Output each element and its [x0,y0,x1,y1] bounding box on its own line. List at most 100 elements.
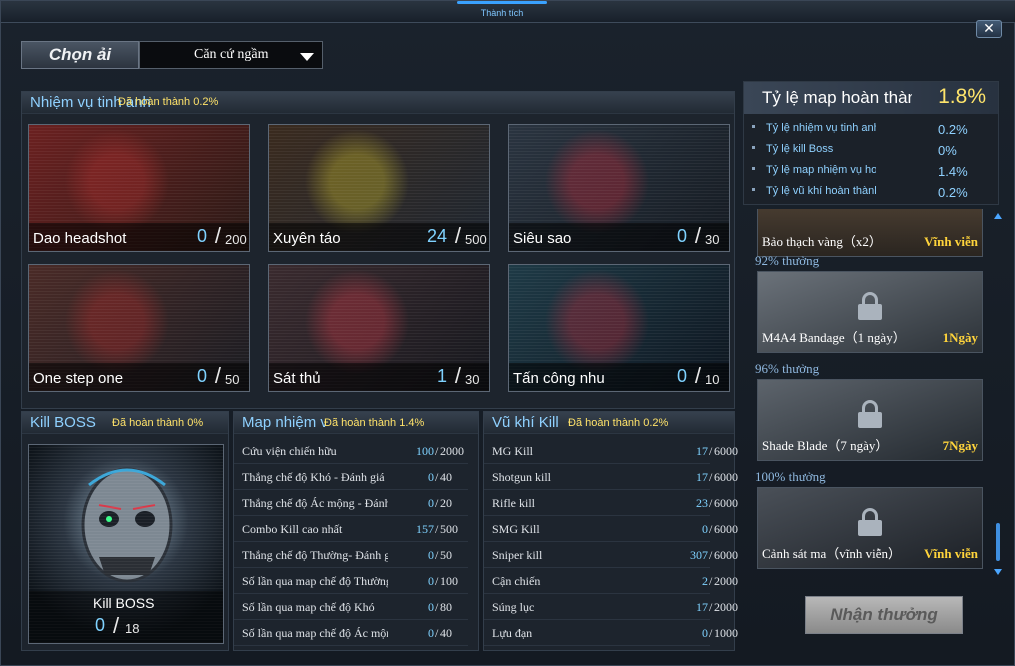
list-item[interactable]: Rifle kill 23/6000 [484,490,738,516]
list-item[interactable]: Thắng chế độ Ác mộng - Đánh 0/20 [234,490,468,516]
mission-name: Sát thủ [273,370,321,387]
chapter-select-label: Chọn ải [21,41,139,69]
close-button[interactable]: ✕ [976,20,1002,38]
list-item-name: Thắng chế độ Khó - Đánh giá [242,470,385,484]
scroll-thumb[interactable] [996,523,1000,561]
list-item[interactable]: Thắng chế độ Khó - Đánh giá 0/40 [234,464,468,490]
claim-reward-button[interactable]: Nhận thưởng [805,596,963,634]
mission-name: Tấn công nhu [513,370,605,387]
reward-scrollbar[interactable] [993,213,1003,575]
list-item[interactable]: Súng lục 17/2000 [484,594,738,620]
scroll-down-icon[interactable] [994,569,1002,575]
list-item-current: 307 [690,548,708,562]
list-item[interactable]: Cứu viện chiến hữu 100/2000 [234,438,468,464]
list-item[interactable]: Cận chiến 2/2000 [484,568,738,594]
reward-card[interactable]: M4A4 Bandage（1 ngày） 1Ngày [757,271,983,353]
list-item[interactable]: Shotgun kill 17/6000 [484,464,738,490]
reward-item[interactable]: 96% thưởng Shade Blade（7 ngày） 7Ngày [753,361,985,465]
list-item-slash: / [435,626,439,640]
reward-item[interactable]: 92% thưởng M4A4 Bandage（1 ngày） 1Ngày [753,253,985,357]
list-item-slash: / [709,600,713,614]
mission-card[interactable]: Sát thủ 1 / 30 [268,264,490,392]
mission-name: Siêu sao [513,230,572,247]
weapon-kills-list: MG Kill 17/6000 Shotgun kill 17/6000 Rifle k… [484,438,738,648]
tab-achievements[interactable]: Thành tích [457,1,547,31]
weapon-kills-header: Vũ khí Kill Đã hoàn thành 0.2% [484,412,734,434]
list-item-current: 0 [702,626,708,640]
list-item-slash: / [709,522,713,536]
mission-card-footer: Tấn công nhu 0 / 10 [509,363,729,391]
reward-card[interactable]: Cảnh sát ma（vĩnh viễn） Vĩnh viễn [757,487,983,569]
list-item-slash: / [709,574,713,588]
scroll-up-icon[interactable] [994,213,1002,219]
map-missions-progress: Đã hoàn thành 1.4% [324,417,425,429]
map-missions-list: Cứu viện chiến hữu 100/2000 Thắng chế độ K… [234,438,468,648]
list-item-current: 100 [416,444,434,458]
list-item-slash: / [435,548,439,562]
list-item-slash: / [709,496,713,510]
list-item[interactable]: Thắng chế độ Thường- Đánh giá 0/50 [234,542,468,568]
kill-boss-card[interactable]: Kill BOSS 0 / 18 [28,444,224,644]
mission-card[interactable]: Dao headshot 0 / 200 [28,124,250,252]
list-item[interactable]: Số lần qua map chế độ Khó 0/80 [234,594,468,620]
mission-card-footer: Siêu sao 0 / 30 [509,223,729,251]
reward-card[interactable]: Bảo thạch vàng（x2） Vĩnh viễn [757,209,983,257]
mission-current: 0 [196,226,207,246]
list-item-current: 0 [428,496,434,510]
list-item-total: 50 [440,548,452,562]
kill-boss-slash: / [113,613,120,638]
list-item-name: Shotgun kill [492,470,552,484]
list-item[interactable]: Sniper kill 307/6000 [484,542,738,568]
kill-boss-header: Kill BOSS Đã hoàn thành 0% [22,412,228,434]
bullet-icon [752,167,755,170]
list-item-slash: / [435,600,439,614]
lock-icon [858,508,882,536]
list-item[interactable]: Số lần qua map chế độ Ác mộng 0/40 [234,620,468,646]
chapter-select-value: Căn cứ ngầm [194,47,269,62]
list-item-total: 1000 [714,626,738,640]
list-item-current: 2 [702,574,708,588]
list-item-current: 0 [428,626,434,640]
list-item-name: Sniper kill [492,548,543,562]
mission-total: 10 [705,372,720,387]
mission-current: 1 [436,366,447,386]
elite-missions-header: Nhiệm vụ tinh anh Đã hoàn thành 0.2% [22,92,734,114]
list-item[interactable]: Số lần qua map chế độ Thường 0/100 [234,568,468,594]
mission-card[interactable]: Xuyên táo 24 / 500 [268,124,490,252]
completion-rate-row: Tỷ lệ kill Boss 0% [752,139,992,159]
chapter-select[interactable]: Căn cứ ngầm [139,41,323,69]
elite-missions-progress: Đã hoàn thành 0.2% [118,96,219,108]
mission-card[interactable]: One step one 0 / 50 [28,264,250,392]
mission-slash: / [694,363,701,388]
window-frame: Thành tích ✕ Chọn ải Căn cứ ngầm Nhiệm v… [0,0,1015,666]
completion-rate-row-value: 0.2% [938,122,968,137]
kill-boss-panel: Kill BOSS Đã hoàn thành 0% Kill BOSS 0 /… [21,411,229,651]
mission-slash: / [454,363,461,388]
list-item-name: Số lần qua map chế độ Thường [242,574,388,588]
bullet-icon [752,188,755,191]
kill-boss-title: Kill BOSS [30,414,96,431]
reward-percent: 100% thưởng [755,469,826,484]
weapon-kills-title: Vũ khí Kill [492,414,559,431]
reward-list: Bảo thạch vàng（x2） Vĩnh viễn 92% thưởng M4A… [753,209,989,575]
reward-percent: 92% thưởng [755,253,820,268]
list-item[interactable]: MG Kill 17/6000 [484,438,738,464]
list-item-name: Súng lục [492,600,535,614]
elite-missions-panel: Nhiệm vụ tinh anh Đã hoàn thành 0.2% Dao… [21,91,735,409]
mission-card[interactable]: Siêu sao 0 / 30 [508,124,730,252]
mission-current: 0 [676,226,687,246]
reward-card[interactable]: Shade Blade（7 ngày） 7Ngày [757,379,983,461]
completion-rate-panel: Tỷ lệ map hoàn thành 1.8% Tỷ lệ nhiệm vụ… [743,81,999,205]
chapter-select-row: Chọn ải Căn cứ ngầm [21,41,323,69]
list-item-current: 0 [702,522,708,536]
list-item-total: 40 [440,470,452,484]
list-item-slash: / [435,470,439,484]
map-missions-title: Map nhiệm vụ [242,414,326,431]
mission-card[interactable]: Tấn công nhu 0 / 10 [508,264,730,392]
list-item[interactable]: Lựu đạn 0/1000 [484,620,738,646]
list-item[interactable]: SMG Kill 0/6000 [484,516,738,542]
reward-item[interactable]: 100% thưởng Cảnh sát ma（vĩnh viễn） Vĩnh vi… [753,469,985,573]
list-item-total: 2000 [714,600,738,614]
list-item[interactable]: Combo Kill cao nhất 157/500 [234,516,468,542]
list-item-name: Thắng chế độ Ác mộng - Đánh [242,496,388,510]
